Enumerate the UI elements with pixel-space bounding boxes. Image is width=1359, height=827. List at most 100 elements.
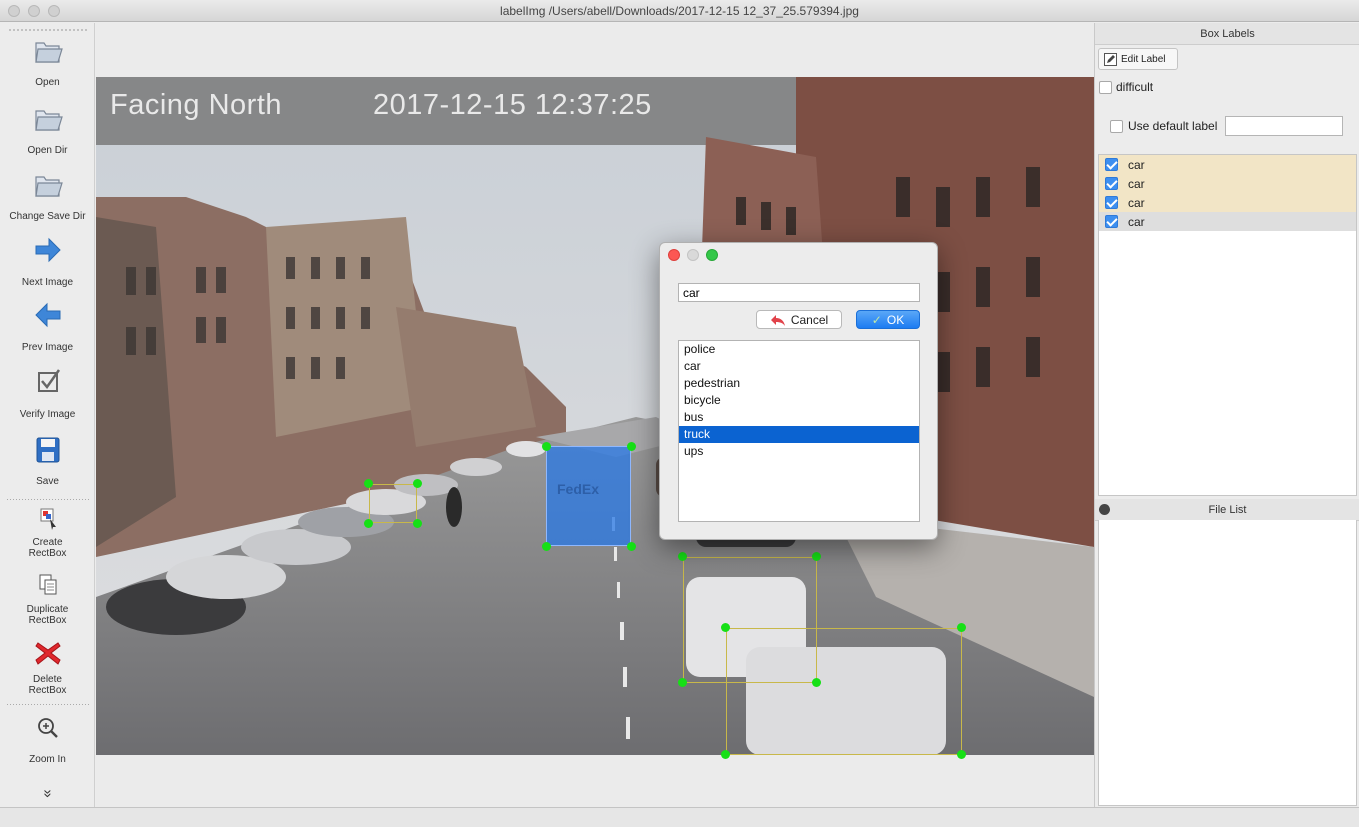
box-handle[interactable] xyxy=(957,750,966,759)
next-image-button[interactable]: Next Image xyxy=(0,235,95,288)
box-handle[interactable] xyxy=(364,479,373,488)
arrow-right-icon xyxy=(35,237,61,263)
toolbar-extension-button[interactable]: » xyxy=(40,784,57,804)
duplicate-rectbox-label-2: RectBox xyxy=(28,615,67,626)
verify-image-button[interactable]: Verify Image xyxy=(0,367,95,420)
box-handle[interactable] xyxy=(812,552,821,561)
box-handle[interactable] xyxy=(627,542,636,551)
dialog-zoom-button[interactable] xyxy=(706,249,718,261)
label-list-item[interactable]: car xyxy=(1099,155,1356,174)
label-list-item[interactable]: car xyxy=(1099,193,1356,212)
label-option[interactable]: bicycle xyxy=(679,392,919,409)
dialog-minimize-button[interactable] xyxy=(687,249,699,261)
box-handle[interactable] xyxy=(678,678,687,687)
box-handle[interactable] xyxy=(721,750,730,759)
default-label-input[interactable] xyxy=(1225,116,1344,136)
file-list[interactable] xyxy=(1098,520,1357,806)
box-handle[interactable] xyxy=(413,519,422,528)
box-handle[interactable] xyxy=(413,479,422,488)
edit-label-button[interactable]: Edit Label xyxy=(1098,48,1178,70)
folder-icon xyxy=(34,42,63,63)
box-handle[interactable] xyxy=(957,623,966,632)
label-list-item[interactable]: car xyxy=(1099,174,1356,193)
ok-button[interactable]: ✓ OK xyxy=(856,310,920,329)
label-input[interactable] xyxy=(678,283,920,302)
canvas-area[interactable]: Facing North 2017-12-15 12:37:25 FedEx xyxy=(96,23,1094,807)
label-visible-checkbox[interactable] xyxy=(1105,196,1118,209)
dialog-close-button[interactable] xyxy=(668,249,680,261)
use-default-label-checkbox[interactable] xyxy=(1110,119,1123,133)
create-rectbox-button[interactable]: Create RectBox xyxy=(0,503,95,559)
open-button[interactable]: Open xyxy=(0,37,95,88)
label-option[interactable]: police xyxy=(679,341,919,358)
open-dir-button[interactable]: Open Dir xyxy=(0,105,95,156)
box-labels-list[interactable]: car car car car xyxy=(1098,154,1357,496)
zoom-in-label: Zoom In xyxy=(29,754,66,765)
folder-icon xyxy=(34,176,63,197)
difficult-checkbox-row[interactable]: difficult xyxy=(1099,80,1153,94)
box-handle[interactable] xyxy=(627,442,636,451)
cancel-button[interactable]: Cancel xyxy=(756,310,842,329)
box-handle[interactable] xyxy=(364,519,373,528)
window-titlebar: labelImg /Users/abell/Downloads/2017-12-… xyxy=(0,0,1359,22)
use-default-label-row: Use default label xyxy=(1110,116,1344,136)
float-dock-icon[interactable] xyxy=(1099,504,1110,515)
truck-logo-text: FedEx xyxy=(557,481,600,497)
change-save-dir-button[interactable]: Change Save Dir xyxy=(0,171,95,222)
status-bar xyxy=(0,807,1359,827)
duplicate-rectbox-button[interactable]: Duplicate RectBox xyxy=(0,570,95,626)
label-option[interactable]: pedestrian xyxy=(679,375,919,392)
label-option[interactable]: bus xyxy=(679,409,919,426)
zoom-in-button[interactable]: Zoom In xyxy=(0,713,95,765)
box-labels-title: Box Labels xyxy=(1095,23,1359,45)
change-save-dir-label: Change Save Dir xyxy=(9,211,86,222)
label-option[interactable]: car xyxy=(679,358,919,375)
use-default-label-text: Use default label xyxy=(1128,119,1218,133)
arrow-left-icon xyxy=(34,302,60,328)
label-option-selected[interactable]: truck xyxy=(679,426,919,443)
selected-bounding-box[interactable]: FedEx xyxy=(546,446,631,546)
prev-image-button[interactable]: Prev Image xyxy=(0,300,95,353)
box-handle[interactable] xyxy=(721,623,730,632)
box-handle[interactable] xyxy=(542,542,551,551)
save-button[interactable]: Save xyxy=(0,435,95,487)
floppy-disk-icon xyxy=(36,437,59,463)
label-visible-checkbox[interactable] xyxy=(1105,177,1118,190)
label-options-list[interactable]: police car pedestrian bicycle bus truck … xyxy=(678,340,920,522)
verify-image-label: Verify Image xyxy=(19,409,76,420)
zoom-window-button[interactable] xyxy=(48,5,60,17)
delete-rectbox-button[interactable]: Delete RectBox xyxy=(0,638,95,696)
edit-pencil-icon xyxy=(1104,52,1117,66)
duplicate-rectbox-label-1: Duplicate xyxy=(26,604,69,615)
create-rectbox-label-2: RectBox xyxy=(28,548,67,559)
bounding-box[interactable] xyxy=(726,628,962,755)
delete-rectbox-label-1: Delete xyxy=(33,674,62,685)
window-controls xyxy=(8,5,60,17)
file-list-title-text: File List xyxy=(1208,504,1247,516)
close-window-button[interactable] xyxy=(8,5,20,17)
open-label: Open xyxy=(35,77,60,88)
toolbar-separator xyxy=(6,499,89,500)
label-item-text: car xyxy=(1128,195,1145,210)
next-image-label: Next Image xyxy=(21,277,74,288)
minimize-window-button[interactable] xyxy=(28,5,40,17)
label-list-item[interactable]: car xyxy=(1099,212,1356,231)
label-option[interactable]: ups xyxy=(679,443,919,460)
box-handle[interactable] xyxy=(678,552,687,561)
create-box-icon xyxy=(40,508,56,530)
open-dir-label: Open Dir xyxy=(27,145,68,156)
toolbar-separator xyxy=(6,704,89,705)
label-visible-checkbox[interactable] xyxy=(1105,215,1118,228)
toolbar-grip[interactable] xyxy=(8,29,88,31)
label-item-text: car xyxy=(1128,176,1145,191)
image-overlay-location: Facing North xyxy=(110,89,283,121)
undo-arrow-icon xyxy=(770,314,785,326)
dialog-window-controls xyxy=(668,249,718,261)
double-chevron-down-icon: » xyxy=(39,789,57,798)
difficult-checkbox[interactable] xyxy=(1099,80,1112,94)
bounding-box[interactable] xyxy=(369,484,417,523)
folder-icon xyxy=(34,110,63,131)
edit-label-text: Edit Label xyxy=(1121,53,1166,65)
label-visible-checkbox[interactable] xyxy=(1105,158,1118,171)
box-handle[interactable] xyxy=(542,442,551,451)
